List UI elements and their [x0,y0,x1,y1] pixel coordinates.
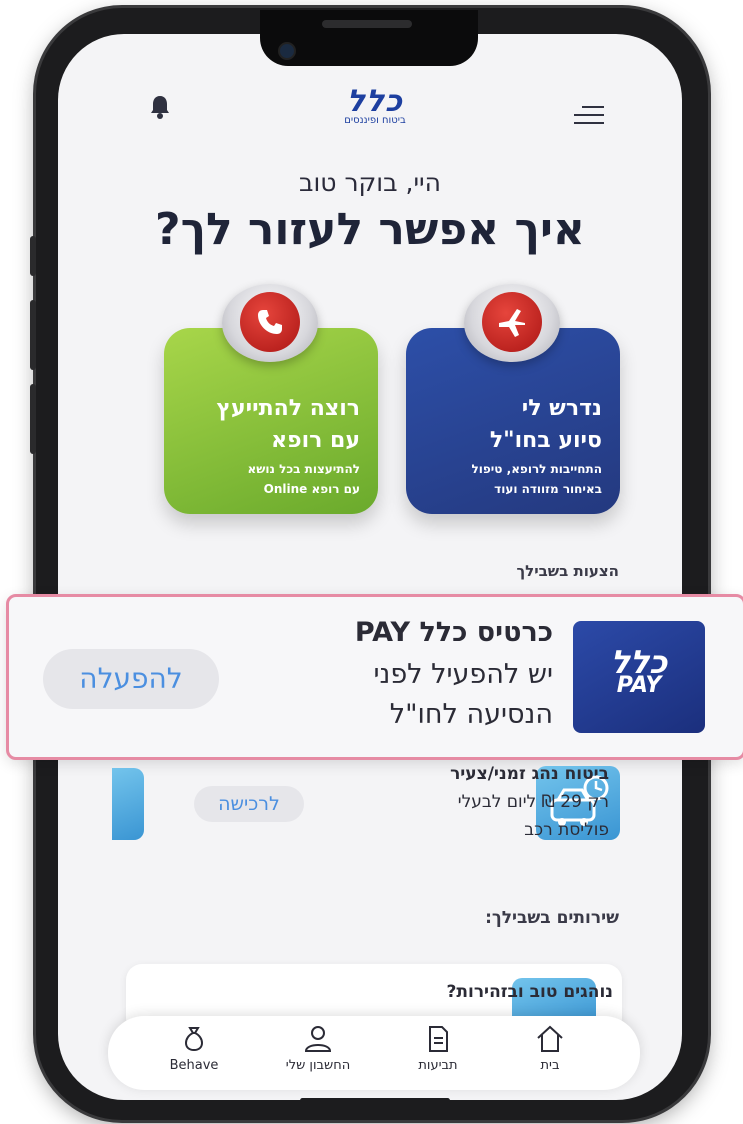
volume-down-button [30,384,36,454]
promo-line1: יש להפעיל לפני [373,659,553,690]
purchase-button[interactable]: לרכישה [194,786,304,822]
card-title-line2: עם רופא [271,428,360,453]
card-title-line1: רוצה להתייעץ [216,396,360,421]
nav-behave[interactable]: Behave [144,1024,244,1073]
airplane-icon[interactable] [464,284,560,362]
nav-label: החשבון שלי [285,1058,351,1073]
pay-logo-sub: PAY [616,673,662,698]
logo-subtitle: ביטוח ופיננסים [344,115,406,126]
promo-line2: הנסיעה לחו"ל [389,699,553,730]
nav-claims[interactable]: תביעות [388,1024,488,1073]
hamburger-menu-icon[interactable] [574,106,604,130]
home-indicator [300,1098,450,1103]
next-offer-peek[interactable] [112,768,144,840]
nav-home[interactable]: בית [500,1024,600,1073]
document-icon [429,1026,448,1052]
services-title: שירותים בשבילך: [485,908,619,928]
notch [260,10,478,66]
app-logo: כלל ביטוח ופיננסים [320,84,430,126]
greeting-text: היי, בוקר טוב [299,168,441,197]
offer-line2: פוליסת רכב [524,820,609,840]
money-bag-icon [185,1027,203,1052]
nav-label: Behave [169,1058,219,1073]
front-camera [278,42,296,60]
user-icon [304,1026,332,1052]
service-card-title: נוהגים טוב ובזהירות? [446,982,613,1002]
page-headline: איך אפשר לעזור לך? [155,204,585,255]
card-subtitle-line1: התחייבות לרופא, טיפול [471,462,603,476]
pay-card-promo[interactable]: כלל PAY כרטיס כלל PAY יש להפעיל לפני הנס… [6,594,743,760]
promo-title: כרטיס כלל PAY [354,617,553,648]
card-title-line2: סיוע בחו"ל [489,428,602,453]
card-subtitle-line2: עם רופא Online [263,482,360,496]
offer-line1: רק 29 ₪ ליום לבעלי [457,792,609,812]
card-title-line1: נדרש לי [521,396,602,421]
activate-button[interactable]: להפעלה [43,649,219,709]
bottom-nav: Behave החשבון שלי תביעות בית [108,1016,640,1090]
pay-logo: כלל PAY [573,621,705,733]
nav-my-account[interactable]: החשבון שלי [268,1024,368,1073]
bell-icon[interactable] [148,94,172,124]
home-icon [537,1025,563,1052]
nav-label: תביעות [418,1058,458,1073]
phone-icon[interactable] [222,284,318,362]
logo-main: כלל [346,84,404,119]
mute-switch [30,236,36,276]
speaker [322,20,412,28]
nav-label: בית [540,1058,560,1073]
card-subtitle-line2: באיחור מזוודה ועוד [494,482,602,496]
volume-up-button [30,300,36,370]
suggestions-title: הצעות בשבילך [516,562,619,580]
card-subtitle-line1: להתיעצות בכל נושא [247,462,361,476]
offer-title: ביטוח נהג זמני/צעיר [450,764,609,784]
